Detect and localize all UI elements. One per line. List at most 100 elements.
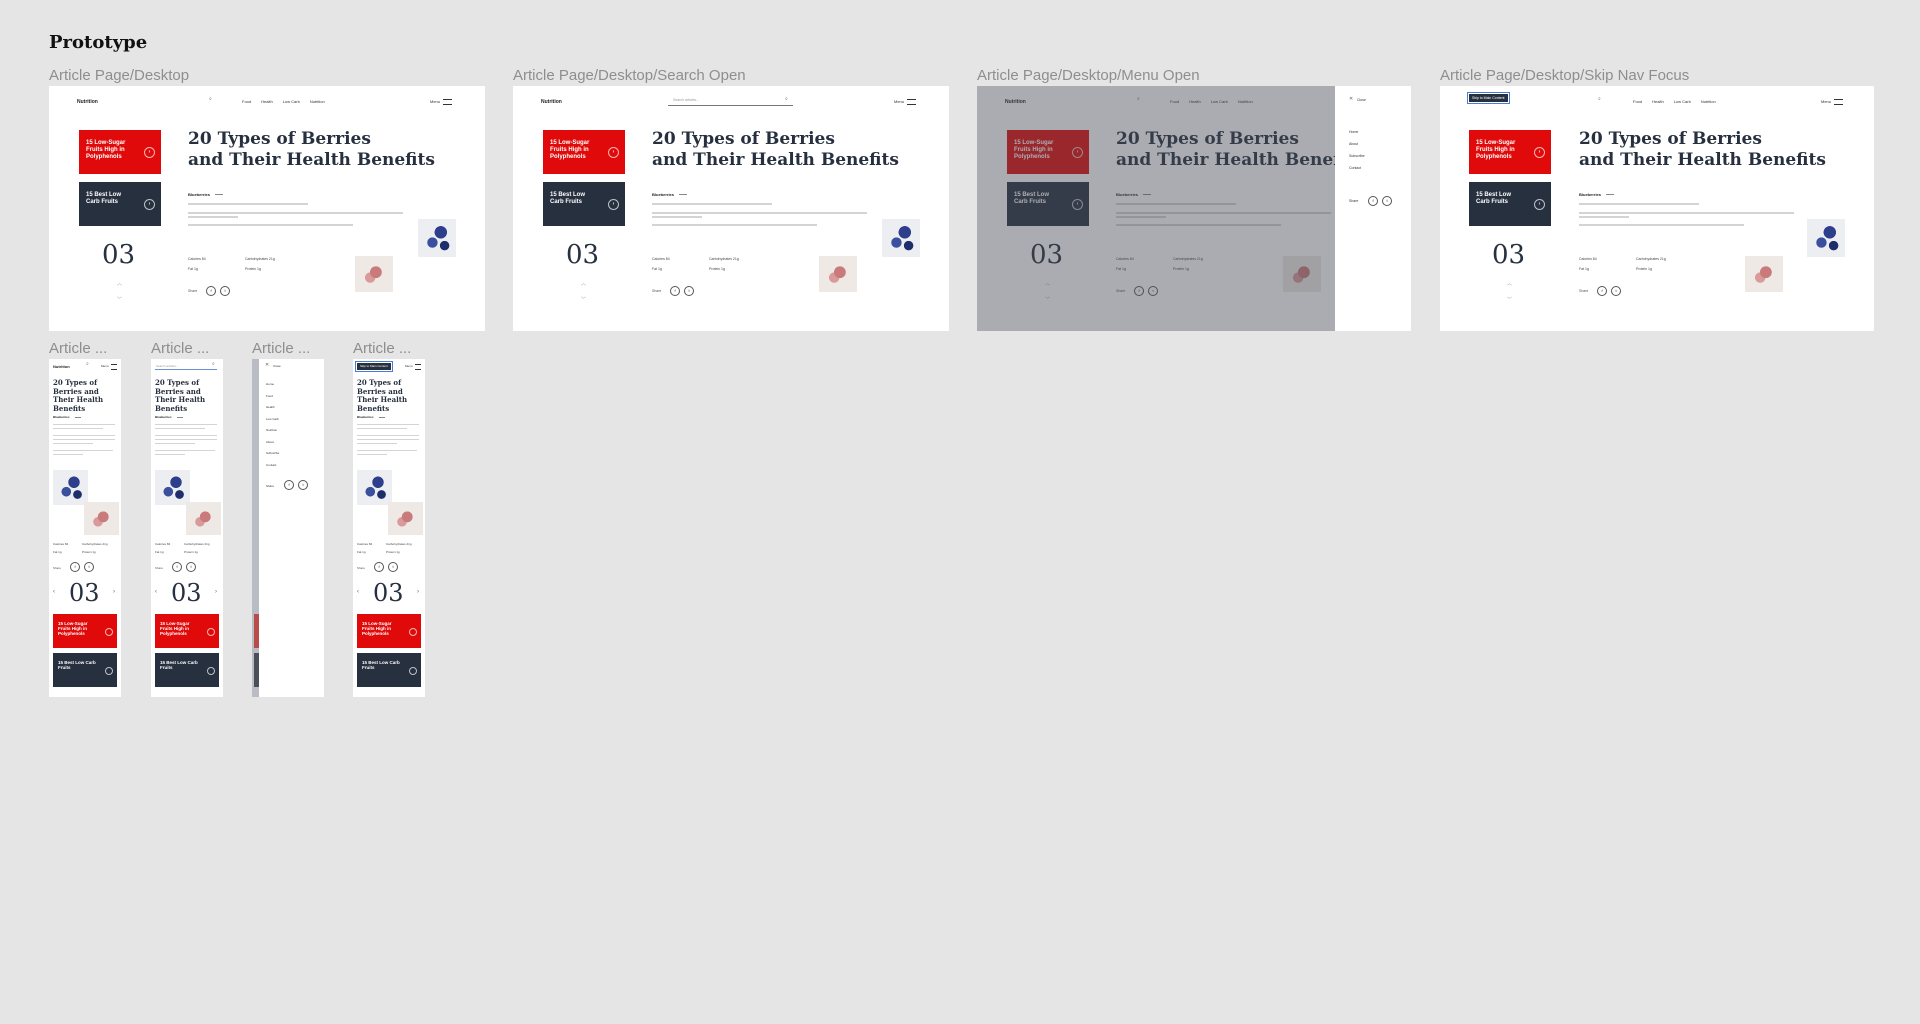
search-icon[interactable]: ⌕: [785, 97, 788, 102]
nav-item-food[interactable]: Food: [1633, 99, 1642, 104]
search-icon[interactable]: ⌕: [1598, 97, 1601, 102]
item-counter: 03: [102, 240, 136, 270]
frame-label-mobile-4: Article ...: [353, 340, 412, 357]
mobile-menu-item-contact[interactable]: Contact: [266, 463, 276, 467]
facebook-icon[interactable]: f: [670, 286, 680, 296]
menu-label[interactable]: Menu: [405, 364, 413, 368]
frame-label-mobile-3: Article ...: [252, 340, 311, 357]
nav-item-nutrition[interactable]: Nutrition: [1701, 99, 1716, 104]
related-card-low-carb[interactable]: 15 Best Low Carb Fruits ›: [79, 182, 161, 226]
related-card-low-carb[interactable]: 15 Best Low Carb Fruits ›: [1469, 182, 1551, 226]
facebook-icon[interactable]: f: [284, 480, 294, 490]
close-icon[interactable]: ✕: [265, 363, 269, 368]
nav-item-health[interactable]: Health: [1652, 99, 1664, 104]
twitter-icon[interactable]: t: [684, 286, 694, 296]
facebook-icon[interactable]: f: [1368, 196, 1378, 206]
mobile-menu-item-food[interactable]: Food: [266, 394, 273, 398]
chevron-right-icon[interactable]: ›: [113, 589, 115, 595]
search-input[interactable]: Search articles...: [156, 364, 178, 368]
hamburger-icon[interactable]: [111, 364, 117, 370]
desktop-search-frame: Nutrition Search articles... ⌕ Menu 15 L…: [513, 86, 949, 331]
hamburger-icon[interactable]: [415, 364, 421, 370]
skip-to-content-button[interactable]: Skip to Main Content: [355, 361, 393, 372]
hamburger-icon[interactable]: [907, 99, 916, 105]
mobile-menu-item-about[interactable]: About: [266, 440, 274, 444]
related-card-low-sugar[interactable]: 15 Low-Sugar Fruits High in Polyphenols …: [1469, 130, 1551, 174]
chevron-right-icon[interactable]: ›: [417, 589, 419, 595]
close-label[interactable]: Close: [1357, 98, 1366, 102]
mobile-menu-frame: ✕ Close Home Food Health Low Carb Nutrit…: [252, 359, 324, 697]
item-counter: 03: [1492, 240, 1526, 270]
hamburger-icon[interactable]: [443, 99, 452, 105]
arrow-right-icon: [105, 667, 113, 675]
related-card-low-sugar[interactable]: 15 Low-Sugar Fruits High in Polyphenols …: [79, 130, 161, 174]
chevron-left-icon[interactable]: ‹: [53, 589, 55, 595]
facebook-icon[interactable]: f: [1597, 286, 1607, 296]
side-menu-item-subscribe[interactable]: Subscribe: [1349, 154, 1365, 158]
related-card-low-carb[interactable]: 15 Best Low Carb Fruits: [53, 653, 117, 687]
hamburger-icon[interactable]: [1834, 99, 1843, 105]
menu-label[interactable]: Menu: [1821, 99, 1831, 104]
search-icon[interactable]: ⌕: [212, 362, 215, 367]
search-input[interactable]: Search articles...: [673, 98, 699, 102]
menu-label[interactable]: Menu: [430, 99, 440, 104]
twitter-icon[interactable]: t: [298, 480, 308, 490]
related-card-low-sugar[interactable]: 15 Low-Sugar Fruits High in Polyphenols: [357, 614, 421, 648]
chevron-up-icon[interactable]: ︿: [1507, 280, 1512, 287]
related-card-low-sugar[interactable]: 15 Low-Sugar Fruits High in Polyphenols …: [543, 130, 625, 174]
related-card-low-sugar[interactable]: 15 Low-Sugar Fruits High in Polyphenols: [155, 614, 219, 648]
side-menu-item-home[interactable]: Home: [1349, 130, 1358, 134]
side-menu-item-contact[interactable]: Contact: [1349, 166, 1361, 170]
search-icon[interactable]: ⌕: [209, 97, 212, 102]
nav-item-food[interactable]: Food: [242, 99, 251, 104]
arrow-right-icon: ›: [144, 199, 155, 210]
arrow-right-icon: [105, 628, 113, 636]
berries-image: [186, 502, 221, 535]
chevron-down-icon[interactable]: ﹀: [581, 296, 586, 303]
facebook-icon[interactable]: f: [206, 286, 216, 296]
desktop-frame: Nutrition ⌕ Food Health Low Carb Nutriti…: [49, 86, 485, 331]
mobile-menu-item-health[interactable]: Health: [266, 405, 275, 409]
chevron-left-icon[interactable]: ‹: [357, 589, 359, 595]
mobile-menu-item-nutrition[interactable]: Nutrition: [266, 428, 277, 432]
nav-item-health[interactable]: Health: [261, 99, 273, 104]
close-label[interactable]: Close: [273, 364, 281, 368]
side-menu-item-about[interactable]: About: [1349, 142, 1358, 146]
skip-to-content-button[interactable]: Skip to Main Content: [1467, 92, 1510, 104]
chevron-up-icon[interactable]: ︿: [117, 280, 122, 287]
twitter-icon[interactable]: t: [84, 562, 94, 572]
menu-label[interactable]: Menu: [101, 364, 109, 368]
nav-item-nutrition[interactable]: Nutrition: [310, 99, 325, 104]
logo[interactable]: Nutrition: [53, 364, 70, 369]
twitter-icon[interactable]: t: [1382, 196, 1392, 206]
chevron-up-icon[interactable]: ︿: [581, 280, 586, 287]
facebook-icon[interactable]: f: [70, 562, 80, 572]
category-label: Blueberries: [155, 415, 172, 419]
twitter-icon[interactable]: t: [388, 562, 398, 572]
nav-item-low-carb[interactable]: Low Carb: [1674, 99, 1691, 104]
related-card-low-carb[interactable]: 15 Best Low Carb Fruits: [155, 653, 219, 687]
twitter-icon[interactable]: t: [220, 286, 230, 296]
related-card-low-sugar[interactable]: 15 Low-Sugar Fruits High in Polyphenols: [53, 614, 117, 648]
chevron-right-icon[interactable]: ›: [215, 589, 217, 595]
search-icon[interactable]: ⌕: [86, 362, 89, 367]
related-card-low-carb[interactable]: 15 Best Low Carb Fruits: [357, 653, 421, 687]
chevron-down-icon[interactable]: ﹀: [1507, 296, 1512, 303]
logo[interactable]: Nutrition: [541, 99, 562, 105]
chevron-down-icon[interactable]: ﹀: [117, 296, 122, 303]
twitter-icon[interactable]: t: [1611, 286, 1621, 296]
modal-overlay[interactable]: [977, 86, 1335, 331]
mobile-menu-item-home[interactable]: Home: [266, 382, 274, 386]
nav-item-low-carb[interactable]: Low Carb: [283, 99, 300, 104]
mobile-menu-item-low-carb[interactable]: Low Carb: [266, 417, 279, 421]
twitter-icon[interactable]: t: [186, 562, 196, 572]
facebook-icon[interactable]: f: [172, 562, 182, 572]
logo[interactable]: Nutrition: [77, 99, 98, 105]
menu-label[interactable]: Menu: [894, 99, 904, 104]
chevron-left-icon[interactable]: ‹: [155, 589, 157, 595]
related-card-low-carb[interactable]: 15 Best Low Carb Fruits ›: [543, 182, 625, 226]
mobile-menu-item-subscribe[interactable]: Subscribe: [266, 451, 279, 455]
close-icon[interactable]: ✕: [1349, 97, 1353, 102]
facebook-icon[interactable]: f: [374, 562, 384, 572]
desktop-menu-frame: Nutrition ⌕ Food Health Low Carb Nutriti…: [977, 86, 1411, 331]
